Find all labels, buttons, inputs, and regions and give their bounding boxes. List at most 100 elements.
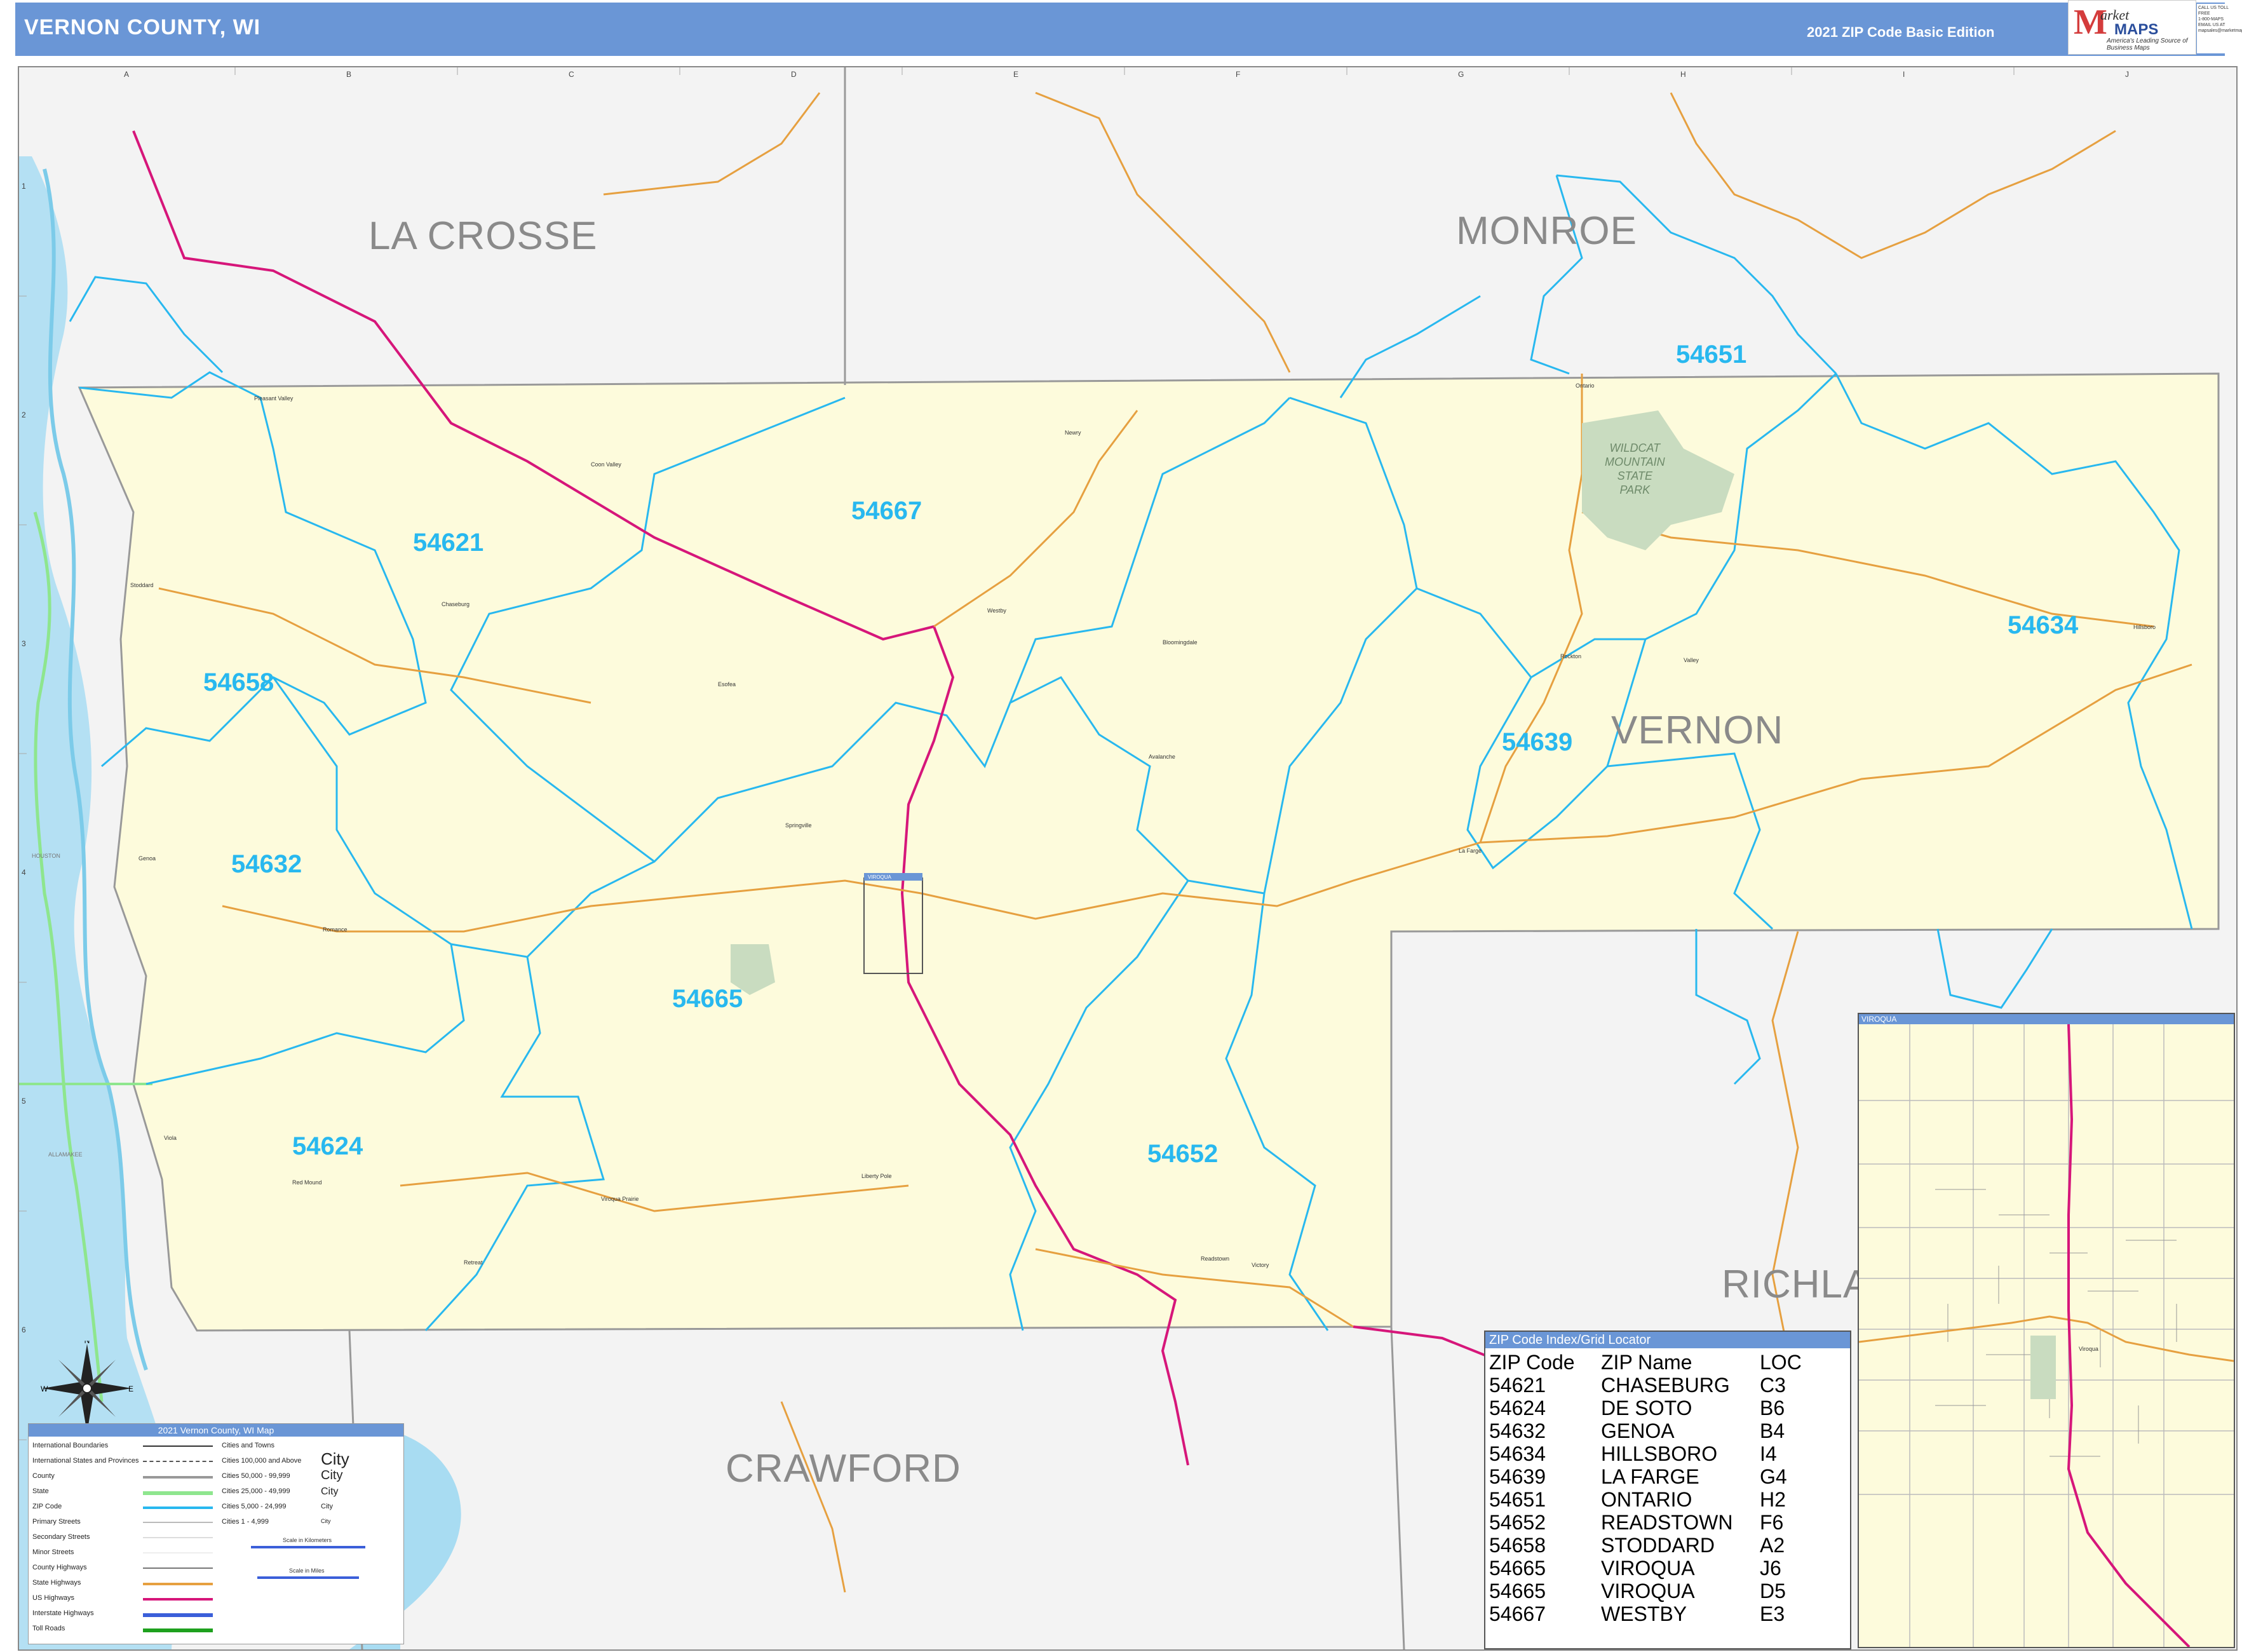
index-row[interactable]: 54658 STODDARD A2: [1489, 1534, 1845, 1557]
county-label-richland: RICHLA: [1722, 1263, 1870, 1306]
index-zip-name: DE SOTO: [1601, 1397, 1692, 1419]
index-row[interactable]: 54624 DE SOTO B6: [1489, 1397, 1845, 1419]
park-line: MOUNTAIN: [1605, 456, 1665, 468]
index-header-name: ZIP Name: [1601, 1351, 1692, 1374]
legend-item: International Boundaries: [32, 1442, 109, 1449]
scale-bar-mi: [257, 1576, 359, 1579]
index-zip: 54624: [1489, 1397, 1546, 1419]
place-label: Romance: [323, 926, 348, 933]
inset-us-highway: [2067, 1024, 2191, 1647]
index-loc: A2: [1760, 1534, 1785, 1557]
place-label: Valley: [1684, 657, 1699, 663]
place-label: Hillsboro: [2133, 624, 2156, 630]
index-zip-name: WESTBY: [1601, 1602, 1687, 1625]
viroqua-inset-map[interactable]: VIROQUA Viroqua: [1858, 1013, 2235, 1648]
park-label-wildcat-mountain: WILDCAT MOUNTAIN STATE PARK: [1605, 441, 1665, 497]
legend-city-sample: City: [321, 1503, 333, 1510]
scale-bar-km: [251, 1546, 365, 1548]
index-row[interactable]: 54632 GENOA B4: [1489, 1419, 1845, 1442]
grid-row-label: 1: [22, 182, 26, 191]
zip-label-54634[interactable]: 54634: [2008, 611, 2078, 640]
us-highway-east: [1353, 1325, 1506, 1365]
county-label-la-crosse: LA CROSSE: [368, 214, 598, 258]
grid-row-label: 5: [22, 1097, 26, 1106]
index-zip: 54639: [1489, 1465, 1546, 1488]
zip-label-54632[interactable]: 54632: [231, 850, 302, 879]
index-zip: 54652: [1489, 1511, 1546, 1534]
legend-item: Minor Streets: [32, 1548, 74, 1556]
legend-symbol: [143, 1491, 213, 1495]
logo-tagline: America's Leading Source of Business Map…: [2107, 37, 2188, 51]
park-line: STATE: [1617, 470, 1652, 482]
index-loc: F6: [1760, 1511, 1784, 1534]
grid-col-label: B: [346, 70, 352, 79]
place-label: Springville: [785, 822, 812, 829]
logo-text: MAPS: [2114, 21, 2159, 38]
legend-item: County Highways: [32, 1564, 87, 1571]
legend-item: State Highways: [32, 1579, 81, 1587]
grid-col-label: I: [1903, 70, 1905, 79]
grid-row-label: 4: [22, 868, 26, 877]
zip-label-54665[interactable]: 54665: [672, 985, 743, 1013]
index-zip: 54667: [1489, 1602, 1546, 1625]
legend-city-class: Cities 1 - 4,999: [222, 1518, 269, 1526]
place-label: Pleasant Valley: [254, 395, 294, 402]
legend-symbol: [143, 1613, 213, 1617]
zip-label-54652[interactable]: 54652: [1147, 1140, 1218, 1168]
zip-label-54639[interactable]: 54639: [1502, 728, 1572, 757]
grid-col-label: F: [1236, 70, 1241, 79]
legend-city-class: Cities 100,000 and Above: [222, 1457, 302, 1465]
index-zip: 54632: [1489, 1419, 1546, 1442]
inset-graphics: [1859, 1024, 2234, 1647]
grid-col-label: A: [124, 70, 130, 79]
index-header-loc: LOC: [1760, 1351, 1802, 1374]
index-row[interactable]: 54621 CHASEBURG C3: [1489, 1374, 1845, 1397]
index-loc: I4: [1760, 1442, 1777, 1465]
place-label: Chaseburg: [442, 601, 470, 607]
index-row[interactable]: 54652 READSTOWN F6: [1489, 1511, 1845, 1534]
zip-label-54667[interactable]: 54667: [851, 497, 922, 525]
index-row[interactable]: 54639 LA FARGE G4: [1489, 1465, 1845, 1488]
place-label: Ontario: [1576, 383, 1595, 389]
legend-symbol: [143, 1598, 213, 1601]
place-label: HOUSTON: [32, 853, 60, 859]
county-boundary-crawford-richland: [1390, 1326, 1405, 1649]
zip-label-54651[interactable]: 54651: [1676, 341, 1746, 369]
zip-label-54621[interactable]: 54621: [413, 529, 483, 557]
index-loc: D5: [1760, 1580, 1786, 1602]
scale-mi-label: Scale in Miles: [289, 1567, 325, 1574]
market-maps-logo[interactable]: M arket MAPS America's Leading Source of…: [2068, 0, 2196, 55]
zip-label-54658[interactable]: 54658: [203, 668, 274, 697]
legend-symbol: [143, 1552, 213, 1554]
legend-city-class: Cities 50,000 - 99,999: [222, 1472, 290, 1480]
index-row[interactable]: 54665 VIROQUA D5: [1489, 1580, 1845, 1602]
index-loc: G4: [1760, 1465, 1787, 1488]
legend-item: County: [32, 1472, 55, 1480]
place-label: Bloomingdale: [1163, 639, 1198, 646]
contact-line: 1-800-MAPS: [2198, 17, 2224, 22]
legend-item: International States and Provinces: [32, 1457, 139, 1465]
index-row[interactable]: 54667 WESTBY E3: [1489, 1602, 1845, 1625]
legend-symbol: [143, 1567, 213, 1569]
legend-item: Interstate Highways: [32, 1609, 94, 1617]
place-label: Readstown: [1201, 1256, 1230, 1262]
index-zip-name: GENOA: [1601, 1419, 1675, 1442]
index-row[interactable]: 54634 HILLSBORO I4: [1489, 1442, 1845, 1465]
index-zip-name: VIROQUA: [1601, 1557, 1695, 1580]
index-row[interactable]: 54651 ONTARIO H2: [1489, 1488, 1845, 1511]
legend-item: Secondary Streets: [32, 1533, 90, 1541]
index-zip: 54634: [1489, 1442, 1546, 1465]
legend-item: State: [32, 1487, 49, 1495]
index-zip-name: CHASEBURG: [1601, 1374, 1730, 1397]
index-loc: H2: [1760, 1488, 1786, 1511]
place-label: Retreat: [464, 1259, 483, 1266]
legend-symbol: [143, 1476, 213, 1479]
index-loc: B4: [1760, 1419, 1785, 1442]
index-row[interactable]: 54665 VIROQUA J6: [1489, 1557, 1845, 1580]
map-header: VERNON COUNTY, WI 2021 ZIP Code Basic Ed…: [15, 3, 2225, 56]
zip-label-54624[interactable]: 54624: [292, 1132, 363, 1161]
index-loc: E3: [1760, 1602, 1785, 1625]
place-label: Newry: [1065, 430, 1081, 436]
legend-symbol: [143, 1628, 213, 1632]
legend-city-sample: City: [321, 1486, 339, 1497]
